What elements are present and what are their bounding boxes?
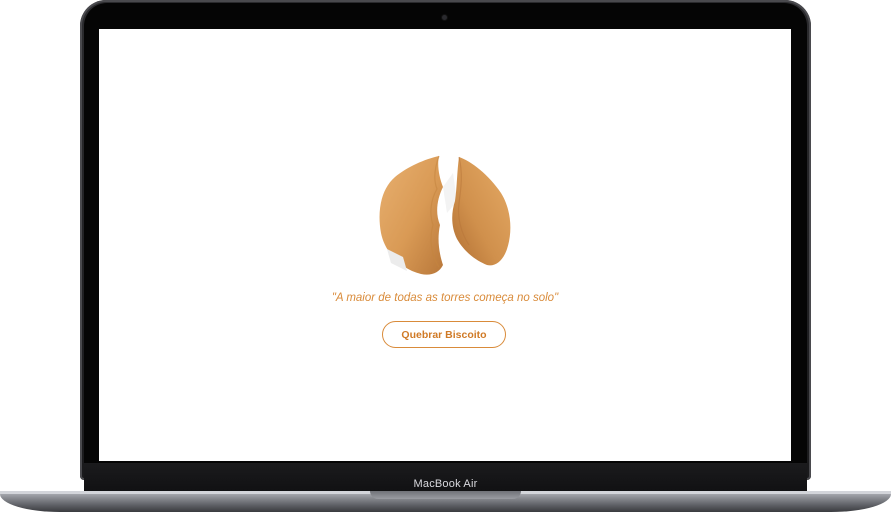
laptop-mockup: "A maior de todas as torres começa no so… bbox=[0, 0, 891, 512]
camera-icon bbox=[442, 15, 447, 20]
laptop-hinge-notch bbox=[370, 491, 521, 499]
broken-fortune-cookie-icon bbox=[379, 155, 511, 275]
device-label: MacBook Air bbox=[413, 478, 478, 490]
break-cookie-button[interactable]: Quebrar Biscoito bbox=[382, 321, 506, 348]
app-screen: "A maior de todas as torres começa no so… bbox=[99, 29, 791, 461]
fortune-message: "A maior de todas as torres começa no so… bbox=[331, 292, 559, 304]
